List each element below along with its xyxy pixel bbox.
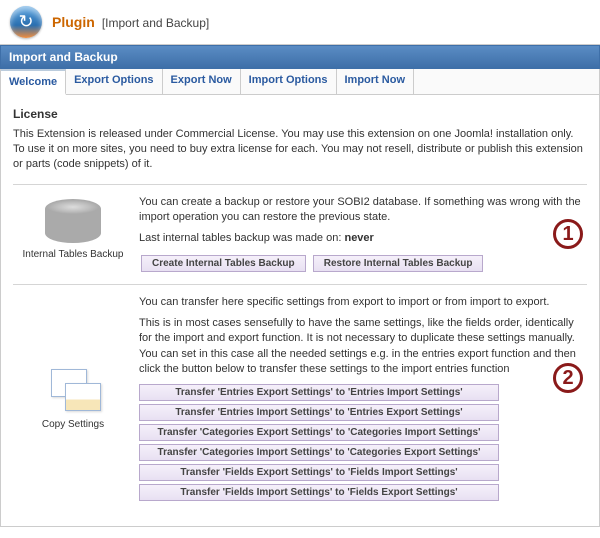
tab-strip: Welcome Export Options Export Now Import… [0, 69, 600, 95]
page-header: Plugin [Import and Backup] [0, 0, 600, 45]
tab-export-options[interactable]: Export Options [66, 69, 162, 94]
row-copy: Copy Settings You can transfer here spec… [13, 284, 587, 514]
transfer-categories-export-to-import-button[interactable]: Transfer 'Categories Export Settings' to… [139, 424, 499, 441]
transfer-entries-export-to-import-button[interactable]: Transfer 'Entries Export Settings' to 'E… [139, 384, 499, 401]
copy-icon [45, 369, 101, 413]
page-title: Plugin [Import and Backup] [52, 14, 209, 30]
backup-last: Last internal tables backup was made on:… [139, 231, 581, 246]
copy-left: Copy Settings [13, 295, 133, 504]
annotation-1: 1 [553, 219, 583, 249]
database-icon [45, 199, 101, 243]
section-title: Import and Backup [0, 45, 600, 69]
license-block: License This Extension is released under… [13, 107, 587, 172]
license-heading: License [13, 107, 587, 121]
license-text: This Extension is released under Commerc… [13, 127, 587, 172]
backup-desc: You can create a backup or restore your … [139, 195, 581, 226]
backup-right: You can create a backup or restore your … [133, 195, 587, 274]
title-sub: [Import and Backup] [102, 16, 209, 30]
tab-panel-welcome: License This Extension is released under… [0, 95, 600, 527]
backup-last-prefix: Last internal tables backup was made on: [139, 232, 344, 244]
transfer-fields-export-to-import-button[interactable]: Transfer 'Fields Export Settings' to 'Fi… [139, 464, 499, 481]
tab-export-now[interactable]: Export Now [163, 69, 241, 94]
copy-right: You can transfer here specific settings … [133, 295, 587, 504]
transfer-entries-import-to-export-button[interactable]: Transfer 'Entries Import Settings' to 'E… [139, 404, 499, 421]
copy-p2: This is in most cases sensefully to have… [139, 316, 581, 378]
annotation-2: 2 [553, 363, 583, 393]
backup-label: Internal Tables Backup [17, 249, 129, 260]
tab-import-now[interactable]: Import Now [337, 69, 415, 94]
copy-label: Copy Settings [17, 419, 129, 430]
plugin-icon [10, 6, 42, 38]
create-backup-button[interactable]: Create Internal Tables Backup [141, 255, 306, 272]
tab-welcome[interactable]: Welcome [1, 69, 66, 95]
restore-backup-button[interactable]: Restore Internal Tables Backup [313, 255, 484, 272]
tab-import-options[interactable]: Import Options [241, 69, 337, 94]
backup-last-value: never [344, 232, 373, 244]
copy-p1: You can transfer here specific settings … [139, 295, 581, 310]
title-main: Plugin [52, 14, 95, 30]
transfer-categories-import-to-export-button[interactable]: Transfer 'Categories Import Settings' to… [139, 444, 499, 461]
row-backup: Internal Tables Backup You can create a … [13, 184, 587, 284]
transfer-fields-import-to-export-button[interactable]: Transfer 'Fields Import Settings' to 'Fi… [139, 484, 499, 501]
backup-left: Internal Tables Backup [13, 195, 133, 274]
